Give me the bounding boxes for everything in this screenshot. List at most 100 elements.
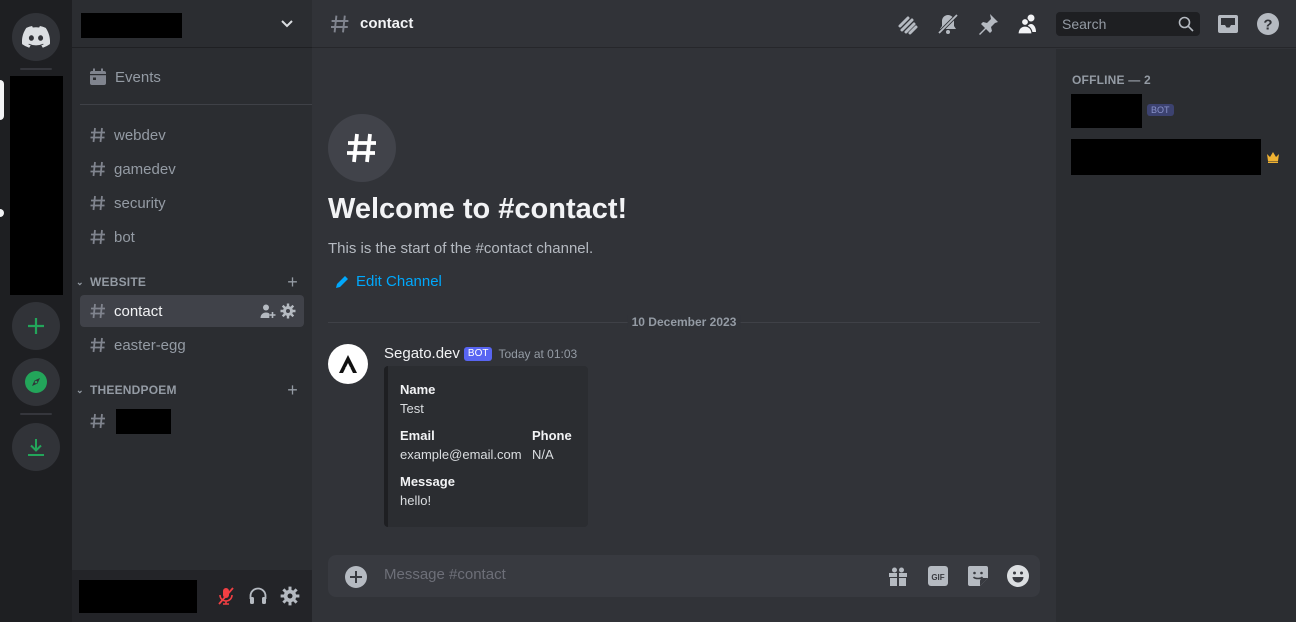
- add-server-button[interactable]: [12, 302, 60, 350]
- search-box[interactable]: [1056, 12, 1200, 36]
- edit-channel-link[interactable]: Edit Channel: [334, 273, 442, 290]
- gif-button[interactable]: GIF: [926, 564, 950, 588]
- redacted-channel-name: [116, 409, 171, 434]
- bot-badge: BOT: [463, 346, 493, 361]
- date-divider-label: 10 December 2023: [627, 315, 741, 329]
- channel-redacted[interactable]: [80, 405, 304, 437]
- category-theendpoem[interactable]: ⌄ THEENDPOEM +: [74, 380, 306, 400]
- svg-text:?: ?: [1263, 17, 1272, 34]
- chat-area: Welcome to #contact! This is the start o…: [312, 0, 1056, 622]
- plus-icon: [28, 318, 44, 334]
- selected-server-pill: [0, 80, 4, 120]
- events-label: Events: [115, 68, 161, 86]
- channel-gamedev[interactable]: gamedev: [80, 153, 304, 185]
- svg-text:GIF: GIF: [931, 573, 944, 582]
- message-timestamp: Today at 01:03: [498, 346, 578, 361]
- home-button[interactable]: [12, 13, 60, 61]
- compass-icon: [25, 371, 47, 393]
- hash-icon: [90, 413, 105, 429]
- hash-icon: [90, 337, 105, 353]
- redacted-server-list[interactable]: [10, 76, 63, 295]
- channel-header: contact ?: [312, 0, 1296, 48]
- rail-divider: [20, 68, 52, 70]
- download-icon: [28, 439, 44, 456]
- field-name: Message: [400, 474, 455, 489]
- chevron-down-icon: [281, 20, 293, 28]
- member-list-button[interactable]: [1016, 12, 1040, 36]
- gear-icon[interactable]: [280, 303, 296, 319]
- unread-server-pill: [0, 209, 4, 217]
- crown-icon: [1267, 152, 1279, 163]
- emoji-button[interactable]: [1006, 564, 1030, 588]
- hash-icon: [90, 195, 105, 211]
- message-input[interactable]: [384, 566, 844, 583]
- category-label: WEBSITE: [90, 275, 147, 289]
- channel-security[interactable]: security: [80, 187, 304, 219]
- hash-icon: [90, 127, 105, 143]
- plus-circle-icon: [345, 566, 367, 588]
- channel-title: contact: [360, 15, 414, 32]
- pencil-icon: [336, 275, 348, 288]
- help-icon: ?: [1257, 13, 1279, 35]
- mic-muted-icon: [218, 587, 234, 605]
- create-channel-icon[interactable]: +: [287, 272, 298, 292]
- field-name: Email: [400, 428, 435, 443]
- gear-icon: [280, 586, 300, 606]
- sticker-icon: [968, 566, 988, 586]
- server-header[interactable]: [72, 0, 312, 48]
- inbox-icon: [1218, 15, 1238, 33]
- mute-button[interactable]: [214, 584, 238, 608]
- channel-contact[interactable]: contact: [80, 295, 304, 327]
- member-list: OFFLINE — 2 BOT: [1056, 49, 1296, 622]
- events-item[interactable]: Events: [80, 60, 312, 94]
- field-value: Test: [400, 401, 424, 416]
- redacted-user-info[interactable]: [79, 580, 197, 613]
- channel-easter-egg[interactable]: easter-egg: [80, 329, 304, 361]
- segato-logo-icon: [339, 355, 357, 373]
- redacted-member-owner[interactable]: [1071, 139, 1261, 175]
- sticker-button[interactable]: [966, 564, 990, 588]
- user-panel: [72, 570, 312, 622]
- hash-icon: [90, 161, 105, 177]
- pin-icon: [979, 14, 998, 35]
- hash-icon: [90, 229, 105, 245]
- channel-webdev[interactable]: webdev: [80, 119, 304, 151]
- channel-label: contact: [114, 302, 163, 320]
- field-value: example@email.com: [400, 447, 522, 462]
- date-divider: 10 December 2023: [328, 315, 1040, 329]
- message-author[interactable]: Segato.dev: [384, 345, 460, 362]
- threads-button[interactable]: [896, 12, 920, 36]
- user-settings-button[interactable]: [278, 584, 302, 608]
- headphones-icon: [249, 587, 267, 604]
- category-website[interactable]: ⌄ WEBSITE +: [74, 272, 306, 292]
- threads-icon: [898, 16, 918, 35]
- channel-bot[interactable]: bot: [80, 221, 304, 253]
- download-apps-button[interactable]: [12, 423, 60, 471]
- inbox-button[interactable]: [1216, 12, 1240, 36]
- invite-icon[interactable]: [260, 303, 276, 319]
- attach-button[interactable]: [344, 565, 368, 594]
- embed-field-phone: Phone N/A: [532, 428, 572, 462]
- notification-settings-button[interactable]: [936, 12, 960, 36]
- explore-servers-button[interactable]: [12, 358, 60, 406]
- help-button[interactable]: ?: [1256, 12, 1280, 36]
- channel-sidebar: Events webdev gamedev security bot ⌄ WEB…: [72, 0, 312, 622]
- server-rail: [0, 0, 72, 622]
- channel-label: easter-egg: [114, 336, 186, 354]
- create-channel-icon[interactable]: +: [287, 380, 298, 400]
- member-bot-badge: BOT: [1147, 104, 1174, 116]
- pinned-messages-button[interactable]: [976, 12, 1000, 36]
- deafen-button[interactable]: [246, 584, 270, 608]
- sidebar-divider: [80, 104, 312, 105]
- avatar[interactable]: [328, 344, 368, 384]
- hash-icon: [90, 303, 105, 319]
- search-input[interactable]: [1062, 16, 1172, 32]
- gift-button[interactable]: [886, 564, 910, 588]
- channel-label: bot: [114, 228, 135, 246]
- redacted-member-bot[interactable]: [1071, 94, 1142, 128]
- field-value: N/A: [532, 447, 554, 462]
- field-name: Name: [400, 382, 436, 397]
- category-label: THEENDPOEM: [90, 383, 177, 397]
- discord-app: Events webdev gamedev security bot ⌄ WEB…: [0, 0, 1296, 622]
- gift-icon: [889, 567, 907, 586]
